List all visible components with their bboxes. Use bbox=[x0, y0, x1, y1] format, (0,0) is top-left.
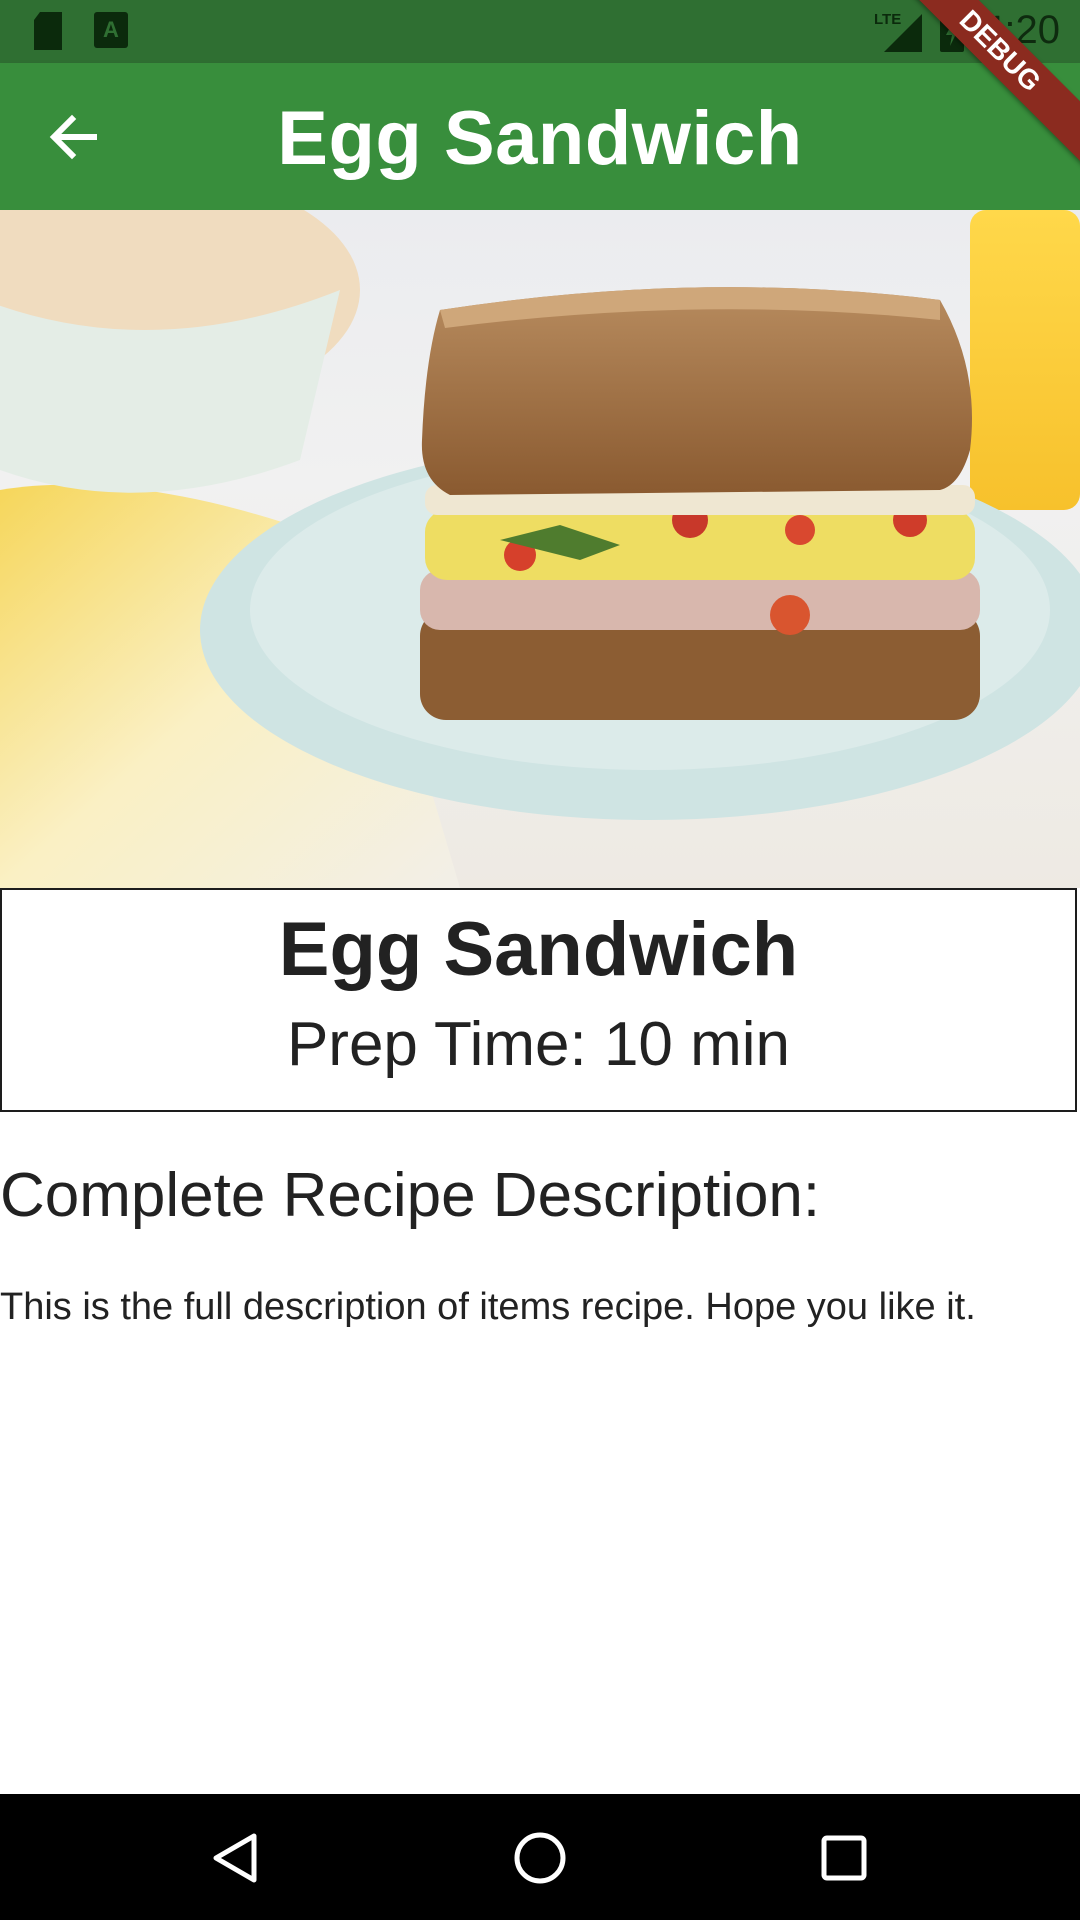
app-bar: Egg Sandwich bbox=[0, 63, 1080, 210]
back-triangle-icon[interactable] bbox=[206, 1828, 266, 1888]
svg-text:A: A bbox=[103, 17, 119, 42]
description-text: This is the full description of items re… bbox=[0, 1286, 976, 1328]
svg-text:LTE: LTE bbox=[874, 11, 901, 28]
status-bar: A LTE 4:20 bbox=[0, 0, 1080, 63]
system-nav-bar bbox=[0, 1794, 1080, 1920]
home-circle-icon[interactable] bbox=[510, 1828, 570, 1888]
app-bar-title: Egg Sandwich bbox=[277, 96, 803, 181]
battery-charging-icon bbox=[940, 10, 964, 52]
description-heading: Complete Recipe Description: bbox=[0, 1161, 821, 1230]
status-time: 4:20 bbox=[982, 8, 1060, 52]
sd-card-icon bbox=[34, 12, 62, 50]
recipe-image bbox=[0, 210, 1080, 888]
recipe-info-card: Egg Sandwich Prep Time: 10 min bbox=[0, 888, 1077, 1112]
prep-time: Prep Time: 10 min bbox=[286, 1010, 791, 1079]
lte-signal-icon: LTE bbox=[874, 11, 922, 52]
recipe-name: Egg Sandwich bbox=[278, 907, 799, 992]
a-notification-icon: A bbox=[94, 12, 128, 48]
recents-square-icon[interactable] bbox=[814, 1828, 874, 1888]
